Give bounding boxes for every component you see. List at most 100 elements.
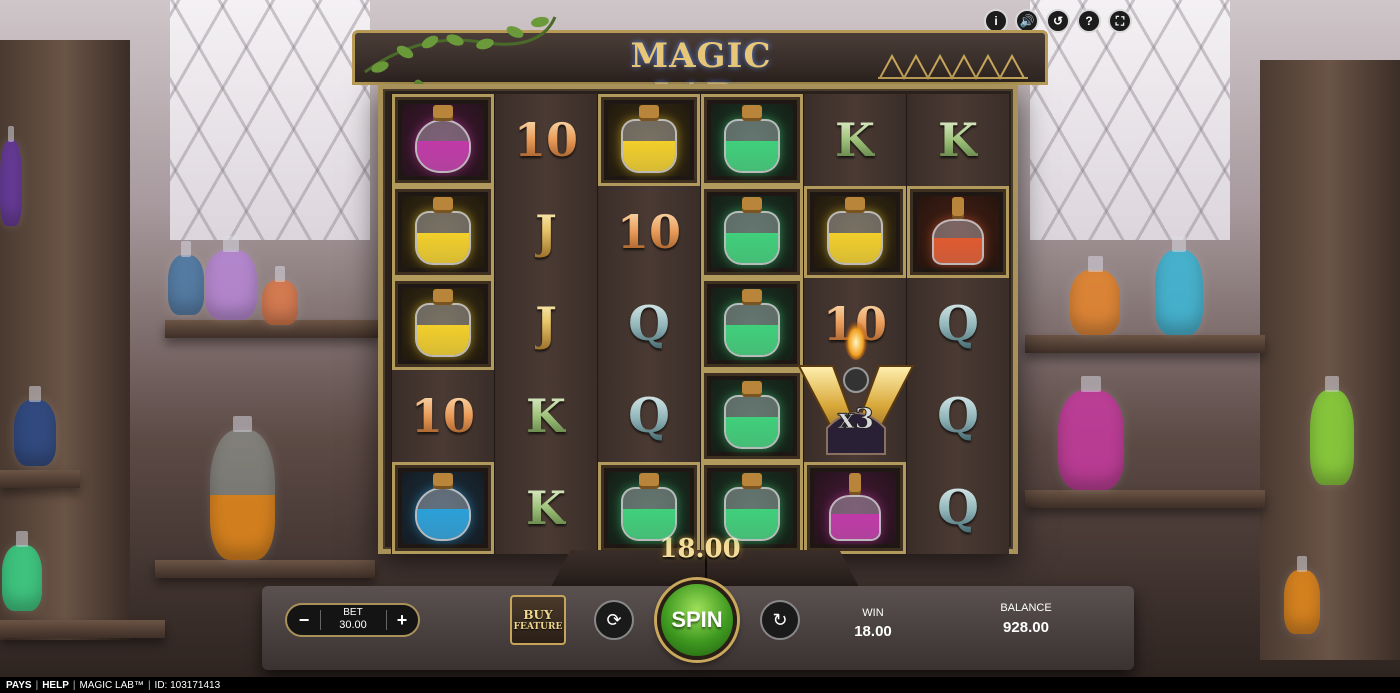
reel-cell xyxy=(391,186,494,278)
buy-feature-label-line2: FEATURE xyxy=(513,621,563,632)
potion-symbol xyxy=(823,197,887,267)
wild-multiplier-symbol: x3 xyxy=(797,318,915,455)
bottle xyxy=(168,241,204,315)
bottle xyxy=(2,531,42,611)
reel-cell: K xyxy=(494,462,597,554)
potion-symbol xyxy=(617,105,681,175)
potion-symbol xyxy=(823,473,887,543)
bottle xyxy=(205,236,257,320)
bet-label: BET xyxy=(343,607,363,618)
bottle xyxy=(1284,556,1320,634)
reel-cell: K xyxy=(803,94,906,186)
potion-symbol xyxy=(411,105,475,175)
turbo-icon: ⟳ xyxy=(606,609,622,630)
potion-symbol xyxy=(720,197,784,267)
buy-feature-button[interactable]: BUY FEATURE xyxy=(510,595,566,645)
reel-grid: 10KKJ10JQ10Q10KQQKQ xyxy=(391,94,1009,554)
symbol-10: 10 xyxy=(513,113,578,167)
separator: | xyxy=(35,679,39,691)
symbol-k: K xyxy=(835,113,875,167)
symbol-10: 10 xyxy=(616,205,681,259)
reel-cell: K xyxy=(494,370,597,462)
reel-cell: 10 xyxy=(494,94,597,186)
reel-cell xyxy=(391,94,494,186)
footer-bar: PAYS | HELP | MAGIC LAB™ | ID: 103171413 xyxy=(0,677,1400,693)
symbol-k: K xyxy=(526,389,566,443)
help-link[interactable]: HELP xyxy=(42,680,69,691)
symbol-j: J xyxy=(535,297,557,351)
history-icon[interactable]: ↺ xyxy=(1046,9,1070,33)
bottle xyxy=(262,266,298,325)
spin-button[interactable]: SPIN xyxy=(657,580,737,660)
footer-round-id: ID: 103171413 xyxy=(154,679,221,691)
reel-cell: K xyxy=(906,94,1009,186)
reel-cell: Q xyxy=(597,370,700,462)
potion-symbol xyxy=(720,473,784,543)
bottle xyxy=(1070,256,1120,335)
reel-cell xyxy=(803,462,906,554)
pays-link[interactable]: PAYS xyxy=(6,680,32,691)
reel-cell xyxy=(700,278,803,370)
symbol-q: Q xyxy=(628,388,670,444)
potion-symbol xyxy=(926,197,990,267)
autoplay-button[interactable]: ↻ xyxy=(760,600,800,640)
cabinet-right xyxy=(1260,60,1400,660)
footer-game-name: MAGIC LAB™ xyxy=(79,679,144,691)
symbol-k: K xyxy=(938,113,978,167)
bet-value: 30.00 xyxy=(339,619,367,631)
reel-cell xyxy=(597,94,700,186)
bottle xyxy=(1058,376,1124,490)
symbol-j: J xyxy=(535,205,557,259)
symbol-q: Q xyxy=(937,296,979,352)
potion-symbol xyxy=(411,289,475,359)
autoplay-icon: ↻ xyxy=(772,609,788,630)
reel-cell: J xyxy=(494,278,597,370)
balance-value: 928.00 xyxy=(1003,619,1049,636)
wild-multiplier-label: x3 xyxy=(838,402,874,435)
symbol-q: Q xyxy=(937,480,979,536)
reel-cell xyxy=(700,186,803,278)
reel-cell: 10 xyxy=(597,186,700,278)
reel-cell: Q xyxy=(906,370,1009,462)
separator: | xyxy=(72,679,76,691)
reel-cell: Q xyxy=(906,462,1009,554)
win-value: 18.00 xyxy=(854,623,892,640)
reel-cell: 10 xyxy=(391,370,494,462)
shelf xyxy=(1025,335,1265,353)
reel-cell xyxy=(391,462,494,554)
separator: | xyxy=(147,679,151,691)
fullscreen-icon[interactable]: ⛶ xyxy=(1108,9,1132,33)
bottle xyxy=(1155,236,1203,335)
potion-symbol xyxy=(720,105,784,175)
shelf xyxy=(0,620,165,638)
potion-symbol xyxy=(617,473,681,543)
shelf xyxy=(0,470,80,488)
reel-cell xyxy=(906,186,1009,278)
reel-cell xyxy=(391,278,494,370)
win-label: WIN xyxy=(862,607,884,619)
bottle xyxy=(210,416,275,560)
divider xyxy=(320,610,321,630)
bet-decrease-button[interactable]: − xyxy=(289,605,319,635)
shelf xyxy=(1025,490,1265,508)
symbol-q: Q xyxy=(937,388,979,444)
symbol-10: 10 xyxy=(410,389,475,443)
potion-symbol xyxy=(720,289,784,359)
potion-symbol xyxy=(720,381,784,451)
symbol-q: Q xyxy=(628,296,670,352)
symbol-k: K xyxy=(526,481,566,535)
turbo-button[interactable]: ⟳ xyxy=(594,600,634,640)
help-icon[interactable]: ? xyxy=(1077,9,1101,33)
potion-symbol xyxy=(411,197,475,267)
potion-symbol xyxy=(411,473,475,543)
window-left xyxy=(170,0,370,240)
balance-label: BALANCE xyxy=(1000,602,1052,614)
bottle xyxy=(0,126,22,226)
bet-increase-button[interactable]: + xyxy=(387,605,417,635)
buy-feature-label-line1: BUY xyxy=(523,607,553,622)
window-right xyxy=(1030,0,1230,240)
shelf xyxy=(155,560,375,578)
reel-cell: J xyxy=(494,186,597,278)
reel-cell: Q xyxy=(906,278,1009,370)
roof-ornament xyxy=(878,53,1028,80)
